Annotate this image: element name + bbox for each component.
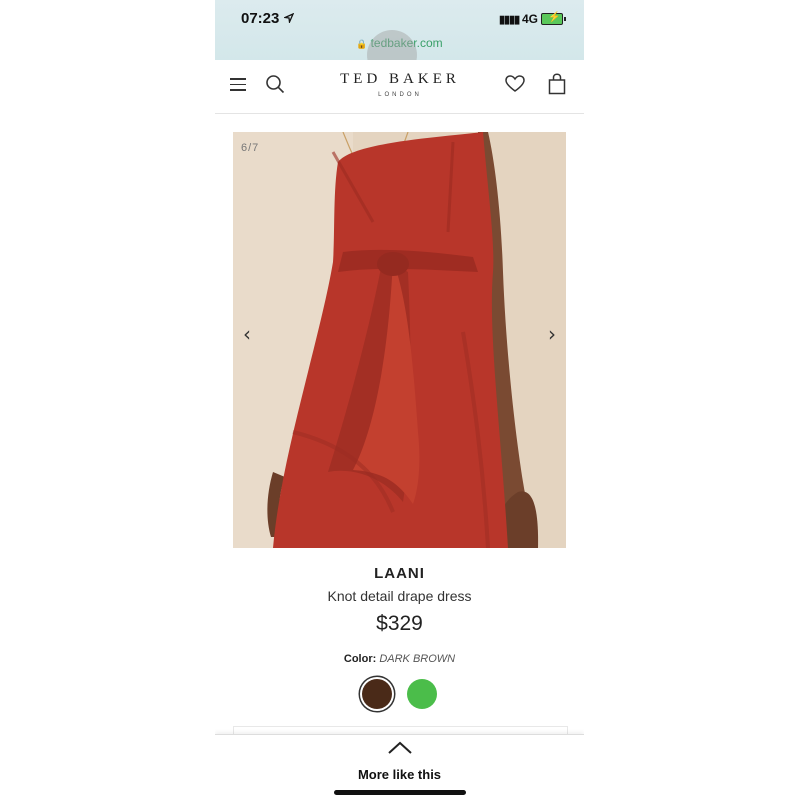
more-like-this-panel[interactable]: More like this (215, 734, 584, 800)
color-swatch-green[interactable] (407, 679, 437, 709)
menu-icon[interactable] (230, 78, 246, 95)
wishlist-heart-icon[interactable] (505, 74, 525, 94)
location-arrow-icon (284, 13, 294, 23)
search-icon[interactable] (265, 74, 285, 94)
site-header: TED BAKER LONDON (215, 60, 584, 114)
product-image-gallery[interactable]: 6/7 ‹ › (233, 132, 566, 548)
logo-main-text: TED BAKER (340, 71, 460, 87)
next-image-chevron-icon[interactable]: › (548, 322, 556, 346)
status-time: 07:23 (241, 10, 280, 27)
color-swatch-dark-brown[interactable] (362, 679, 392, 709)
product-photo (233, 132, 566, 548)
phone-screen: 07:23 ▮▮▮▮ 4G ⚡ 🔒 tedbaker.com TED BAKER … (215, 0, 584, 800)
logo-sub-text: LONDON (378, 92, 422, 98)
home-indicator[interactable] (334, 790, 466, 795)
network-type: 4G (522, 12, 539, 26)
color-label: Color: (343, 653, 377, 665)
more-like-this-label: More like this (357, 767, 442, 782)
signal-icon: ▮▮▮▮ (499, 14, 520, 26)
battery-icon: ⚡ (541, 12, 566, 25)
shopping-bag-icon[interactable] (548, 73, 566, 95)
product-price: $329 (376, 612, 423, 635)
product-name: LAANI (374, 565, 425, 582)
lock-icon: 🔒 (356, 39, 368, 49)
product-description: Knot detail drape dress (327, 588, 472, 604)
color-value: DARK BROWN (379, 653, 456, 665)
brand-logo[interactable]: TED BAKER LONDON (325, 71, 475, 98)
image-counter: 6/7 (241, 142, 260, 154)
previous-image-chevron-icon[interactable]: ‹ (243, 322, 251, 346)
color-selection-label: Color: DARK BROWN (215, 653, 584, 665)
chevron-up-icon[interactable] (387, 741, 413, 755)
